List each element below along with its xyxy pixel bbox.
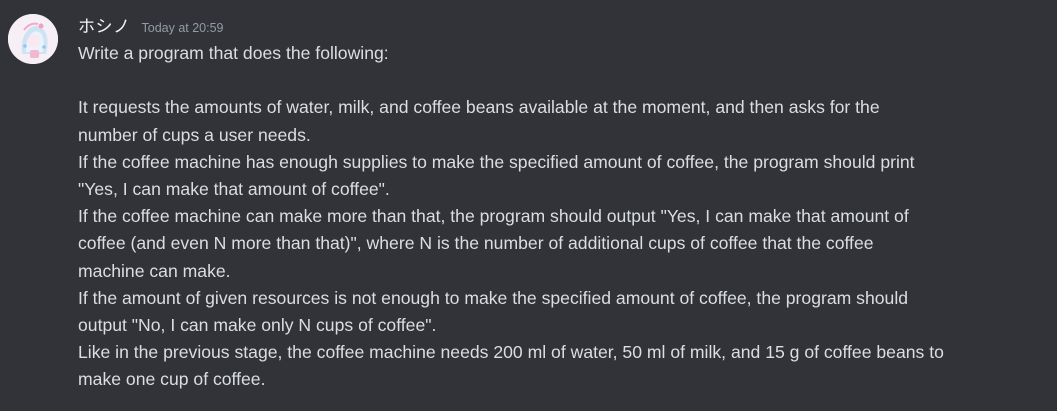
message-header: ホシノ Today at 20:59 (78, 12, 224, 38)
message-line: It requests the amounts of water, milk, … (78, 97, 880, 118)
message-line: If the coffee machine can make more than… (78, 206, 909, 227)
message-line: "Yes, I can make that amount of coffee". (78, 178, 390, 199)
timestamp[interactable]: Today at 20:59 (142, 21, 224, 35)
message-content: Write a program that does the following:… (78, 40, 1038, 393)
message-line: If the coffee machine has enough supplie… (78, 151, 915, 172)
message-line: output "No, I can make only N cups of co… (78, 314, 437, 335)
message-line: make one cup of coffee. (78, 369, 266, 390)
message-line: number of cups a user needs. (78, 124, 311, 145)
message-line: Like in the previous stage, the coffee m… (78, 342, 944, 363)
avatar-image-icon (8, 14, 58, 64)
message-line: If the amount of given resources is not … (78, 287, 909, 308)
message-line: coffee (and even N more than that)", whe… (78, 233, 874, 254)
avatar[interactable] (8, 14, 58, 64)
message-line: Write a program that does the following: (78, 43, 389, 63)
chat-message: ホシノ Today at 20:59 Write a program that … (0, 0, 1057, 411)
username[interactable]: ホシノ (78, 12, 131, 37)
message-line: machine can make. (78, 260, 231, 281)
